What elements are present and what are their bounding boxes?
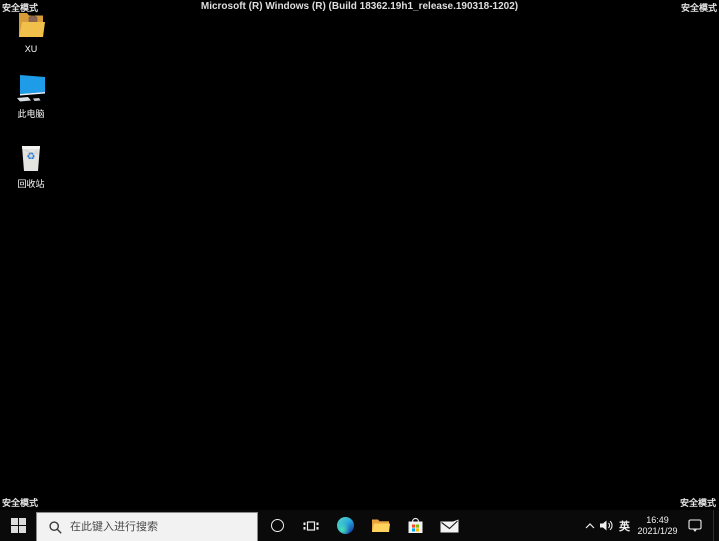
action-center-button[interactable] (682, 510, 708, 541)
clock-date: 2021/1/29 (637, 525, 678, 536)
this-pc-icon (14, 72, 48, 104)
taskbar: 英 16:49 2021/1/29 (0, 510, 719, 541)
mail-icon (440, 519, 459, 532)
input-method-label: 英 (619, 520, 630, 533)
edge-button[interactable] (330, 510, 361, 541)
file-explorer-icon (372, 519, 390, 532)
speaker-icon (600, 520, 613, 531)
tray-clock[interactable]: 16:49 2021/1/29 (634, 510, 681, 541)
start-icon (10, 518, 26, 533)
task-view-icon (303, 520, 319, 531)
mail-button[interactable] (434, 510, 465, 541)
task-view-button[interactable] (296, 510, 326, 541)
tray-volume[interactable] (598, 510, 615, 541)
clock-time: 16:49 (646, 514, 669, 525)
safe-mode-label-top-right: 安全模式 (680, 3, 717, 13)
taskbar-search[interactable] (36, 512, 258, 541)
edge-icon (337, 517, 354, 534)
action-center-icon (687, 519, 702, 532)
tray-input-method[interactable]: 英 (615, 510, 634, 541)
svg-text:♻: ♻ (27, 152, 36, 163)
chevron-up-icon (585, 522, 595, 528)
store-icon (408, 517, 423, 533)
show-desktop-button[interactable] (713, 510, 719, 541)
desktop-icon-recycle-bin[interactable]: ♻ 回收站 (2, 142, 60, 190)
safe-mode-label-bottom-right: 安全模式 (679, 498, 716, 508)
safe-mode-label-bottom-left: 安全模式 (2, 498, 39, 508)
search-icon (49, 520, 62, 534)
store-button[interactable] (400, 510, 431, 541)
windows-build-banner: Microsoft (R) Windows (R) (Build 18362.1… (200, 1, 519, 12)
file-explorer-button[interactable] (365, 510, 396, 541)
desktop-icon-user-folder-xu[interactable]: XU (2, 9, 60, 54)
cortana-icon (271, 519, 284, 532)
desktop-icon-label: XU (24, 44, 38, 54)
search-input[interactable] (70, 521, 230, 533)
desktop-icon-this-pc[interactable]: 此电脑 (2, 72, 60, 120)
tray-show-hidden-icons[interactable] (582, 510, 598, 541)
cortana-button[interactable] (262, 510, 293, 541)
start-button[interactable] (0, 510, 36, 541)
user-folder-icon (14, 9, 48, 41)
recycle-bin-icon: ♻ (14, 142, 48, 174)
desktop-icon-label: 此电脑 (17, 109, 45, 119)
desktop-icon-label: 回收站 (17, 179, 45, 189)
